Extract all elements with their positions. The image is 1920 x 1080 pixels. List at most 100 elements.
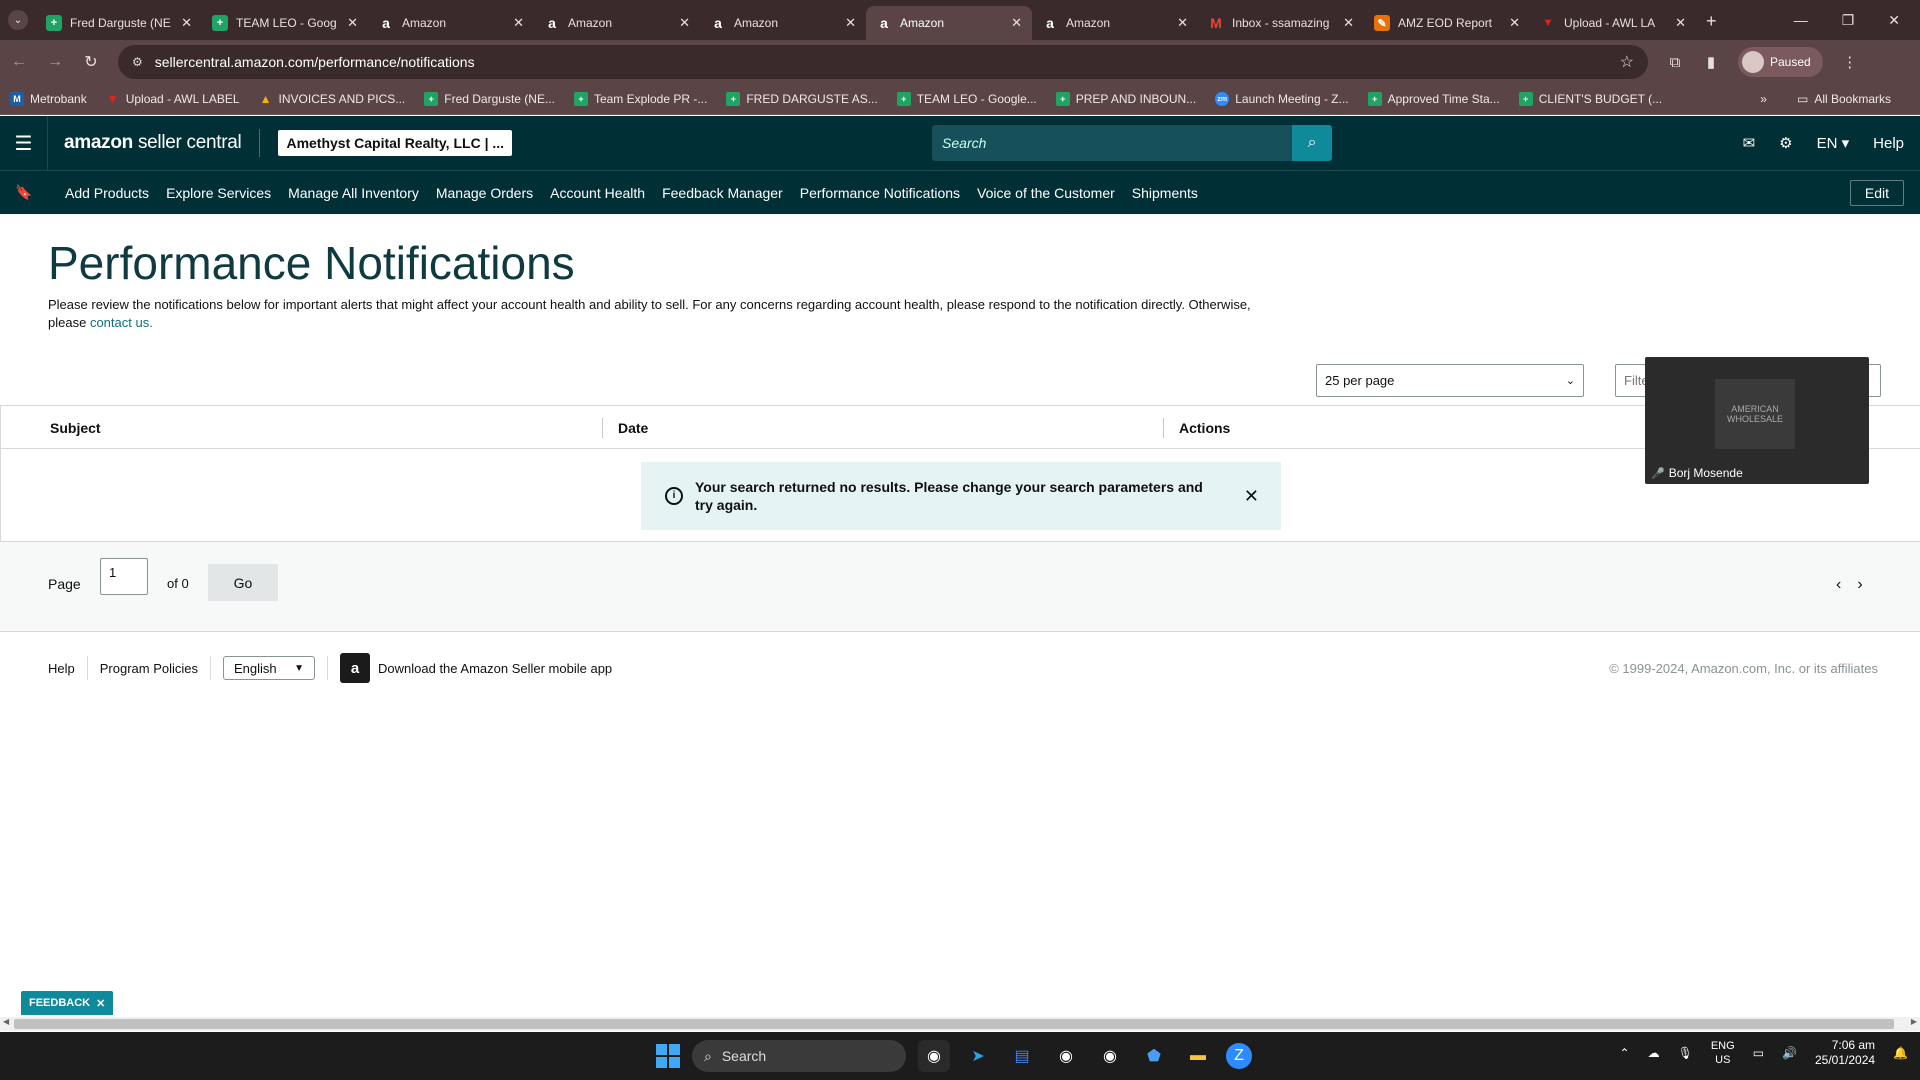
page-number-input[interactable]: 1: [100, 558, 148, 595]
close-icon[interactable]: ✕: [513, 15, 524, 31]
close-window-icon[interactable]: ✕: [1888, 12, 1900, 29]
taskbar-search[interactable]: ⌕ Search: [692, 1040, 906, 1072]
browser-tab[interactable]: ▼ Upload - AWL LA ✕: [1530, 6, 1696, 40]
nav-item-explore-services[interactable]: Explore Services: [166, 185, 271, 201]
close-icon[interactable]: ✕: [1509, 15, 1520, 31]
nav-item-performance-notifications[interactable]: Performance Notifications: [800, 185, 960, 201]
browser-tab[interactable]: a Amazon ✕: [534, 6, 700, 40]
volume-icon[interactable]: 🔊: [1782, 1046, 1797, 1060]
nav-item-feedback-manager[interactable]: Feedback Manager: [662, 185, 783, 201]
notepad-icon[interactable]: ▤: [1006, 1040, 1038, 1072]
windows-start-icon[interactable]: [656, 1044, 680, 1068]
close-icon[interactable]: ✕: [1343, 15, 1354, 31]
account-switcher[interactable]: Amethyst Capital Realty, LLC | ...: [278, 130, 513, 156]
edit-nav-button[interactable]: Edit: [1849, 179, 1904, 206]
bookmark-item[interactable]: + Team Explode PR -...: [573, 92, 707, 106]
scroll-left-icon[interactable]: ◀: [3, 1017, 9, 1026]
microphone-icon[interactable]: 🎙: [1678, 1046, 1693, 1060]
horizontal-scrollbar[interactable]: ◀ ▶: [0, 1017, 1920, 1031]
feedback-button[interactable]: FEEDBACK ✕: [21, 991, 114, 1015]
chrome-icon[interactable]: ◉: [918, 1040, 950, 1072]
telegram-icon[interactable]: ➤: [962, 1040, 994, 1072]
browser-tab[interactable]: ✎ AMZ EOD Report ✕: [1364, 6, 1530, 40]
close-icon[interactable]: ✕: [679, 15, 690, 31]
close-icon[interactable]: ✕: [1675, 15, 1686, 31]
input-language[interactable]: ENG US: [1711, 1039, 1735, 1067]
app-icon[interactable]: ⬟: [1138, 1040, 1170, 1072]
nav-item-shipments[interactable]: Shipments: [1132, 185, 1198, 201]
bookmark-item[interactable]: + Approved Time Sta...: [1367, 92, 1500, 106]
menu-kebab-icon[interactable]: ⋮: [1841, 53, 1859, 71]
close-icon[interactable]: ✕: [1177, 15, 1188, 31]
bookmark-item[interactable]: + TEAM LEO - Google...: [896, 92, 1037, 106]
program-policies-link[interactable]: Program Policies: [100, 661, 198, 676]
zoom-video-window[interactable]: AMERICAN WHOLESALE 🎤 Borj Mosende: [1645, 357, 1869, 484]
bookmark-item[interactable]: zm Launch Meeting - Z...: [1215, 92, 1349, 106]
restore-icon[interactable]: ❐: [1842, 12, 1855, 29]
forward-icon[interactable]: →: [46, 53, 64, 71]
browser-tab[interactable]: a Amazon ✕: [700, 6, 866, 40]
chevron-up-icon[interactable]: ⌃: [1620, 1046, 1630, 1060]
scroll-right-icon[interactable]: ▶: [1911, 1017, 1917, 1026]
clock[interactable]: 7:06 am 25/01/2024: [1815, 1038, 1875, 1068]
browser-tab[interactable]: a Amazon ✕: [368, 6, 534, 40]
language-selector[interactable]: EN ▾: [1817, 134, 1850, 152]
network-icon[interactable]: ▭: [1753, 1046, 1764, 1060]
chevron-right-icon[interactable]: ›: [1857, 576, 1862, 594]
mail-icon[interactable]: ✉: [1743, 134, 1756, 152]
column-subject[interactable]: Subject: [50, 420, 101, 436]
reload-icon[interactable]: ↻: [82, 52, 100, 72]
search-button[interactable]: ⌕: [1292, 125, 1333, 161]
close-icon[interactable]: ✕: [347, 15, 358, 31]
bookmark-item[interactable]: M Metrobank: [10, 92, 87, 106]
nav-item-add-products[interactable]: Add Products: [65, 185, 149, 201]
close-icon[interactable]: ✕: [1011, 15, 1022, 31]
footer-help-link[interactable]: Help: [48, 661, 75, 676]
zoom-icon[interactable]: Z: [1226, 1043, 1252, 1069]
chevron-left-icon[interactable]: ‹: [1836, 576, 1841, 594]
browser-tab-active[interactable]: a Amazon ✕: [866, 6, 1032, 40]
close-icon[interactable]: ✕: [845, 15, 856, 31]
address-bar[interactable]: ⚙ sellercentral.amazon.com/performance/n…: [118, 45, 1648, 79]
nav-item-voice-of-customer[interactable]: Voice of the Customer: [977, 185, 1115, 201]
bookmark-icon[interactable]: 🔖: [0, 184, 48, 201]
browser-tab[interactable]: a Amazon ✕: [1032, 6, 1198, 40]
bookmark-item[interactable]: ▼ Upload - AWL LABEL: [106, 92, 240, 106]
amazon-app-icon[interactable]: a: [340, 653, 371, 683]
seller-central-logo[interactable]: amazon seller central: [64, 132, 242, 154]
browser-tab[interactable]: + TEAM LEO - Goog ✕: [202, 6, 368, 40]
extensions-icon[interactable]: ⧉: [1666, 53, 1684, 71]
more-bookmarks-icon[interactable]: »: [1760, 92, 1767, 106]
chrome-profile-icon[interactable]: ◉: [1094, 1040, 1126, 1072]
bookmark-item[interactable]: + Fred Darguste (NE...: [424, 92, 555, 106]
bookmark-star-icon[interactable]: ☆: [1620, 52, 1634, 72]
help-link[interactable]: Help: [1873, 135, 1904, 152]
download-app-link[interactable]: Download the Amazon Seller mobile app: [378, 661, 612, 676]
chrome-profile-icon[interactable]: ◉: [1050, 1040, 1082, 1072]
side-panel-icon[interactable]: ▮: [1702, 53, 1720, 71]
gear-icon[interactable]: ⚙: [1779, 134, 1792, 152]
nav-item-account-health[interactable]: Account Health: [550, 185, 645, 201]
nav-item-manage-orders[interactable]: Manage Orders: [436, 185, 533, 201]
tab-search-icon[interactable]: ⌄: [8, 10, 28, 30]
column-date[interactable]: Date: [618, 420, 648, 436]
bookmark-item[interactable]: + CLIENT'S BUDGET (...: [1518, 92, 1662, 106]
nav-item-manage-inventory[interactable]: Manage All Inventory: [288, 185, 419, 201]
onedrive-icon[interactable]: ☁: [1648, 1046, 1660, 1060]
bookmark-item[interactable]: ▲ INVOICES AND PICS...: [259, 92, 406, 106]
browser-tab[interactable]: + Fred Darguste (NE ✕: [36, 6, 202, 40]
all-bookmarks[interactable]: ▭ All Bookmarks: [1797, 92, 1891, 106]
new-tab-icon[interactable]: +: [1706, 11, 1717, 32]
profile-button[interactable]: Paused: [1738, 47, 1823, 77]
hamburger-menu-icon[interactable]: ☰: [0, 116, 48, 170]
minimize-icon[interactable]: —: [1794, 12, 1808, 29]
site-info-icon[interactable]: ⚙: [132, 55, 143, 69]
browser-tab[interactable]: M Inbox - ssamazing ✕: [1198, 6, 1364, 40]
bookmark-item[interactable]: + FRED DARGUSTE AS...: [726, 92, 878, 106]
per-page-select[interactable]: 25 per page ⌄: [1316, 364, 1584, 397]
notification-icon[interactable]: 🔔: [1893, 1046, 1908, 1060]
contact-us-link[interactable]: contact us.: [90, 315, 153, 330]
close-icon[interactable]: ✕: [1244, 487, 1259, 505]
close-icon[interactable]: ✕: [96, 997, 105, 1010]
footer-language-select[interactable]: English ▼: [223, 656, 316, 680]
